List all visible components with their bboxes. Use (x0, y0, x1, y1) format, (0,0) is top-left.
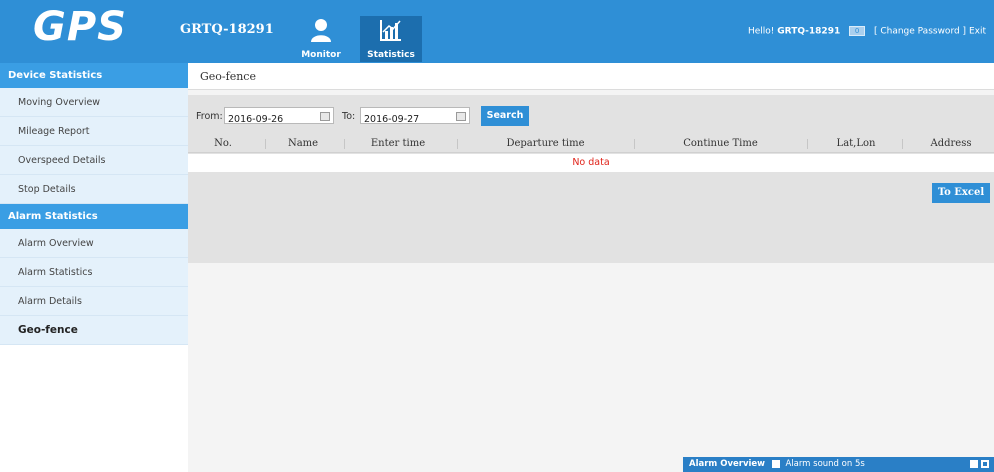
column-header-departure-time[interactable]: Departure time (463, 135, 628, 153)
user-icon (311, 19, 331, 42)
sidebar-item-alarm-overview[interactable]: Alarm Overview (0, 229, 188, 258)
nav-monitor-label: Monitor (301, 50, 341, 60)
device-id: GRTQ-18291 (180, 22, 274, 37)
nav-statistics-label: Statistics (367, 50, 415, 60)
export-excel-button[interactable]: To Excel (932, 183, 990, 203)
search-button[interactable]: Search (481, 106, 529, 126)
to-date-input[interactable]: 2016-09-27 (360, 107, 470, 125)
column-header-enter-time[interactable]: Enter time (348, 135, 448, 153)
column-header-lat-lon[interactable]: Lat,Lon (811, 135, 901, 153)
sidebar-list-alarm: Alarm Overview Alarm Statistics Alarm De… (0, 229, 188, 345)
message-icon[interactable]: 0 (849, 26, 866, 36)
sidebar-item-alarm-details[interactable]: Alarm Details (0, 287, 188, 316)
breadcrumb: Geo-fence (188, 63, 994, 90)
calendar-icon[interactable] (456, 112, 466, 121)
alarm-overview-bar[interactable]: Alarm Overview Alarm sound on 5s (683, 457, 994, 472)
sidebar-list-device: Moving Overview Mileage Report Overspeed… (0, 88, 188, 204)
calendar-icon[interactable] (320, 112, 330, 121)
column-header-address[interactable]: Address (908, 135, 994, 153)
column-divider (344, 139, 345, 149)
from-date-input[interactable]: 2016-09-26 (224, 107, 334, 125)
nav-statistics[interactable]: Statistics (360, 16, 422, 62)
column-header-no[interactable]: No. (198, 135, 248, 153)
user-greeting: Hello! GRTQ-18291 0 [ Change Password ] … (748, 26, 986, 37)
maximize-icon[interactable] (981, 460, 989, 468)
column-header-continue-time[interactable]: Continue Time (638, 135, 803, 153)
sidebar-item-alarm-statistics[interactable]: Alarm Statistics (0, 258, 188, 287)
column-divider (634, 139, 635, 149)
minimize-icon[interactable] (970, 460, 978, 468)
table-header: No. Name Enter time Departure time Conti… (188, 135, 994, 153)
column-divider (807, 139, 808, 149)
bar-chart-icon (380, 20, 401, 41)
app-logo: GPS (33, 4, 127, 50)
top-header: GPS GRTQ-18291 Monitor Statistics Hello!… (0, 0, 994, 63)
change-password-link[interactable]: [ Change Password ] (874, 27, 966, 37)
to-date-value: 2016-09-27 (364, 114, 420, 125)
column-header-name[interactable]: Name (268, 135, 338, 153)
from-label: From: (196, 111, 223, 122)
hello-user: GRTQ-18291 (777, 26, 841, 37)
sidebar: Device Statistics Moving Overview Mileag… (0, 63, 188, 472)
column-divider (265, 139, 266, 149)
sidebar-group-alarm-statistics[interactable]: Alarm Statistics (0, 204, 188, 229)
alarm-sound-checkbox[interactable] (771, 459, 780, 468)
nav-monitor[interactable]: Monitor (290, 16, 352, 62)
exit-link[interactable]: Exit (969, 27, 986, 37)
hello-label: Hello! (748, 26, 775, 37)
to-label: To: (342, 111, 356, 122)
sidebar-item-mileage-report[interactable]: Mileage Report (0, 117, 188, 146)
main-content: Geo-fence From: 2016-09-26 To: 2016-09-2… (188, 63, 994, 472)
sidebar-item-moving-overview[interactable]: Moving Overview (0, 88, 188, 117)
sidebar-item-stop-details[interactable]: Stop Details (0, 175, 188, 204)
sidebar-group-device-statistics[interactable]: Device Statistics (0, 63, 188, 88)
column-divider (902, 139, 903, 149)
alarm-overview-title: Alarm Overview (689, 459, 766, 469)
column-divider (457, 139, 458, 149)
alarm-sound-label: Alarm sound on 5s (785, 459, 865, 469)
empty-table-message: No data (188, 154, 994, 172)
sidebar-item-overspeed-details[interactable]: Overspeed Details (0, 146, 188, 175)
sidebar-item-geo-fence[interactable]: Geo-fence (0, 316, 188, 345)
query-panel: From: 2016-09-26 To: 2016-09-27 Search N… (188, 95, 994, 263)
from-date-value: 2016-09-26 (228, 114, 284, 125)
message-count: 0 (854, 27, 860, 35)
